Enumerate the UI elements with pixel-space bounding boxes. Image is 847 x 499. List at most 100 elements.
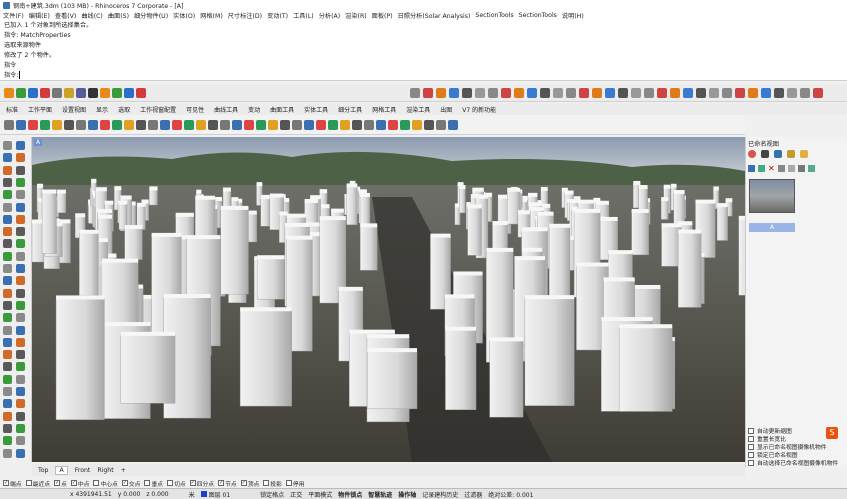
update-icon[interactable] bbox=[758, 165, 765, 172]
left-tool-icon[interactable] bbox=[3, 141, 12, 150]
left-tool-icon[interactable] bbox=[3, 448, 12, 458]
toolbar-tab[interactable]: 标准 bbox=[6, 105, 18, 114]
left-tool-icon[interactable] bbox=[16, 177, 25, 187]
analysis-tool-icon[interactable] bbox=[631, 88, 641, 98]
osnap-option[interactable]: 垂点 bbox=[144, 479, 163, 488]
std-tool-icon[interactable] bbox=[208, 120, 218, 130]
left-tool-icon[interactable] bbox=[16, 239, 25, 249]
std-tool-icon[interactable] bbox=[412, 120, 422, 130]
analysis-tool-icon[interactable] bbox=[644, 88, 654, 98]
left-tool-icon[interactable] bbox=[3, 350, 12, 360]
command-prompt[interactable]: 指令: bbox=[4, 71, 18, 81]
thumbnail-label[interactable]: A bbox=[749, 223, 795, 232]
std-tool-icon[interactable] bbox=[52, 120, 62, 130]
std-tool-icon[interactable] bbox=[352, 120, 362, 130]
osnap-option[interactable]: 投影 bbox=[263, 479, 282, 488]
left-tool-icon[interactable] bbox=[16, 300, 25, 310]
top-tool-icon[interactable] bbox=[88, 88, 98, 98]
left-tool-icon[interactable] bbox=[3, 177, 12, 187]
menu-item[interactable]: 日照分析(Solar Analysis) bbox=[398, 11, 471, 20]
toolbar-tab[interactable]: 可见性 bbox=[186, 105, 204, 114]
left-tool-icon[interactable] bbox=[3, 227, 12, 237]
menu-item[interactable]: SectionTools bbox=[475, 12, 513, 19]
analysis-tool-icon[interactable] bbox=[657, 88, 667, 98]
std-tool-icon[interactable] bbox=[88, 120, 98, 130]
analysis-tool-icon[interactable] bbox=[579, 88, 589, 98]
menu-item[interactable]: 细分物件(U) bbox=[134, 11, 168, 20]
left-tool-icon[interactable] bbox=[16, 399, 25, 409]
menu-item[interactable]: 曲面(S) bbox=[108, 11, 129, 20]
menu-item[interactable]: 面板(P) bbox=[372, 11, 393, 20]
left-tool-icon[interactable] bbox=[16, 190, 25, 200]
std-tool-icon[interactable] bbox=[232, 120, 242, 130]
checkbox[interactable] bbox=[144, 480, 151, 486]
toolbar-tab[interactable]: 选取 bbox=[118, 105, 130, 114]
analysis-tool-icon[interactable] bbox=[813, 88, 823, 98]
std-tool-icon[interactable] bbox=[256, 120, 266, 130]
analysis-tool-icon[interactable] bbox=[410, 88, 420, 98]
toolbar-tab[interactable]: 设置视图 bbox=[62, 105, 86, 114]
status-toggle[interactable]: 操作轴 bbox=[398, 490, 416, 499]
analysis-tool-icon[interactable] bbox=[748, 88, 758, 98]
analysis-tool-icon[interactable] bbox=[735, 88, 745, 98]
menu-item[interactable]: 说明(H) bbox=[562, 11, 584, 20]
copy-icon[interactable] bbox=[778, 165, 785, 172]
menu-item[interactable]: SectionTools bbox=[519, 12, 557, 19]
std-tool-icon[interactable] bbox=[4, 120, 14, 130]
std-tool-icon[interactable] bbox=[244, 120, 254, 130]
analysis-tool-icon[interactable] bbox=[618, 88, 628, 98]
std-tool-icon[interactable] bbox=[304, 120, 314, 130]
left-tool-icon[interactable] bbox=[3, 276, 12, 286]
status-toggle[interactable]: 平面模式 bbox=[308, 490, 332, 499]
top-tool-icon[interactable] bbox=[124, 88, 134, 98]
toolbar-tab[interactable]: 显示 bbox=[96, 105, 108, 114]
left-tool-icon[interactable] bbox=[16, 325, 25, 335]
left-tool-icon[interactable] bbox=[16, 411, 25, 421]
top-tool-icon[interactable] bbox=[112, 88, 122, 98]
status-toggle[interactable]: 正交 bbox=[290, 490, 302, 499]
status-toggle[interactable]: 物件锁点 bbox=[338, 490, 362, 499]
viewport-label[interactable]: A bbox=[34, 139, 43, 146]
osnap-option[interactable]: ✓ 节点 bbox=[218, 479, 237, 488]
left-tool-icon[interactable] bbox=[3, 190, 12, 200]
osnap-option[interactable]: ✓ 点 bbox=[54, 479, 67, 488]
status-toggle[interactable]: 记录建构历史 bbox=[422, 490, 458, 499]
left-tool-icon[interactable] bbox=[3, 423, 12, 433]
checkbox[interactable]: ✓ bbox=[218, 480, 225, 486]
left-tool-icon[interactable] bbox=[16, 288, 25, 298]
std-tool-icon[interactable] bbox=[316, 120, 326, 130]
toolbar-tab[interactable]: 变动 bbox=[248, 105, 260, 114]
std-tool-icon[interactable] bbox=[184, 120, 194, 130]
checkbox[interactable] bbox=[748, 443, 754, 450]
std-tool-icon[interactable] bbox=[124, 120, 134, 130]
left-tool-icon[interactable] bbox=[16, 202, 25, 212]
std-tool-icon[interactable] bbox=[388, 120, 398, 130]
checkbox[interactable]: ✓ bbox=[3, 480, 9, 486]
left-tool-icon[interactable] bbox=[3, 264, 12, 273]
analysis-tool-icon[interactable] bbox=[592, 88, 602, 98]
import-icon[interactable] bbox=[788, 165, 795, 172]
left-tool-icon[interactable] bbox=[3, 362, 12, 372]
toolbar-tab[interactable]: 渲染工具 bbox=[406, 105, 430, 114]
checkbox[interactable]: ✓ bbox=[54, 480, 61, 486]
toolbar-tab[interactable]: V7 的新功能 bbox=[462, 105, 496, 114]
checkbox[interactable]: ✓ bbox=[240, 480, 247, 486]
toolbar-tab[interactable]: 细分工具 bbox=[338, 105, 362, 114]
std-tool-icon[interactable] bbox=[100, 120, 110, 130]
left-tool-icon[interactable] bbox=[3, 337, 12, 347]
menu-item[interactable]: 实体(O) bbox=[173, 11, 195, 20]
left-tool-icon[interactable] bbox=[16, 337, 25, 347]
tab-front[interactable]: Front bbox=[75, 467, 91, 474]
std-tool-icon[interactable] bbox=[220, 120, 230, 130]
toolbar-tab[interactable]: 曲线工具 bbox=[214, 105, 238, 114]
top-tool-icon[interactable] bbox=[40, 88, 50, 98]
top-tool-icon[interactable] bbox=[64, 88, 74, 98]
top-tool-icon[interactable] bbox=[136, 88, 146, 98]
left-tool-icon[interactable] bbox=[3, 165, 12, 175]
checkbox[interactable] bbox=[167, 480, 174, 486]
delete-icon[interactable]: ✕ bbox=[768, 165, 775, 173]
left-tool-icon[interactable] bbox=[16, 214, 25, 224]
menu-item[interactable]: 查看(V) bbox=[55, 11, 76, 20]
analysis-tool-icon[interactable] bbox=[540, 88, 550, 98]
left-tool-icon[interactable] bbox=[3, 411, 12, 421]
